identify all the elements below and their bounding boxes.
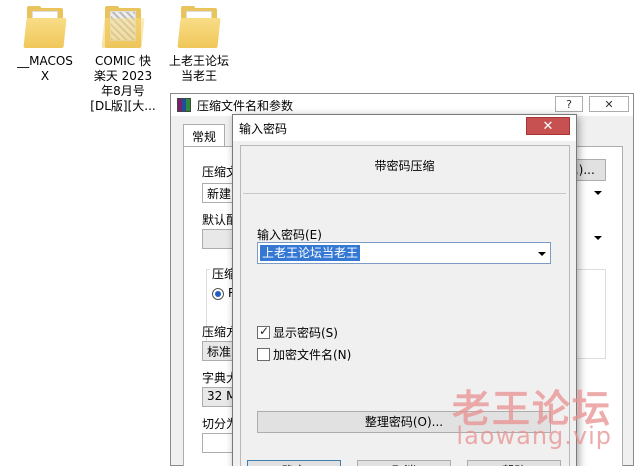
encrypt-names-checkbox[interactable]: 加密文件名(N) [257, 346, 351, 363]
cancel-button[interactable]: 取消 [357, 460, 451, 466]
desktop-folder-label: __MACOS X [17, 54, 73, 83]
divider [243, 193, 566, 194]
folder-icon [23, 4, 67, 50]
desktop-folder-label: COMIC 快 楽天 2023 年8月号 [DL版][大... [90, 54, 156, 113]
checkbox-empty-icon[interactable] [257, 348, 270, 361]
format-radio[interactable] [212, 288, 224, 300]
winrar-icon [177, 98, 191, 112]
folder-icon [177, 4, 221, 50]
chevron-down-icon[interactable] [594, 236, 602, 240]
password-value[interactable]: 上老王论坛当老王 [260, 245, 361, 261]
encrypt-names-label: 加密文件名(N) [273, 348, 352, 362]
dialog-title: 输入密码 [239, 121, 288, 136]
desktop-folder-label: 上老王论坛 当老王 [168, 54, 229, 83]
show-password-checkbox[interactable]: 显示密码(S) [257, 324, 338, 341]
watermark-url: laowang.vip [456, 422, 612, 450]
window-title: 压缩文件名和参数 [197, 98, 294, 113]
dialog-titlebar[interactable]: 输入密码 ✕ [233, 115, 576, 141]
password-label: 输入密码(E) [257, 228, 322, 242]
folder-icon [101, 4, 145, 50]
tab-bar: 常规 [183, 124, 226, 148]
close-button[interactable]: ✕ [589, 96, 629, 112]
desktop-folder-comic[interactable]: COMIC 快 楽天 2023 年8月号 [DL版][大... [87, 0, 159, 114]
desktop-folder-macosx[interactable]: __MACOS X [9, 0, 81, 84]
password-combo[interactable]: 上老王论坛当老王 [257, 242, 551, 264]
dialog-heading: 带密码压缩 [374, 159, 435, 173]
ok-button[interactable]: 确定 [247, 460, 341, 466]
tab-general[interactable]: 常规 [183, 124, 226, 148]
show-password-label: 显示密码(S) [273, 326, 338, 340]
checkbox-checked-icon[interactable] [257, 324, 270, 339]
chevron-down-icon[interactable] [538, 252, 546, 256]
help-button[interactable]: ? [555, 96, 583, 112]
close-button[interactable]: ✕ [526, 117, 570, 135]
chevron-down-icon[interactable] [594, 191, 602, 195]
desktop-folder-laowang[interactable]: 上老王论坛 当老王 [163, 0, 235, 84]
close-icon: ✕ [542, 118, 554, 134]
help-button[interactable]: 帮助 [467, 460, 561, 466]
